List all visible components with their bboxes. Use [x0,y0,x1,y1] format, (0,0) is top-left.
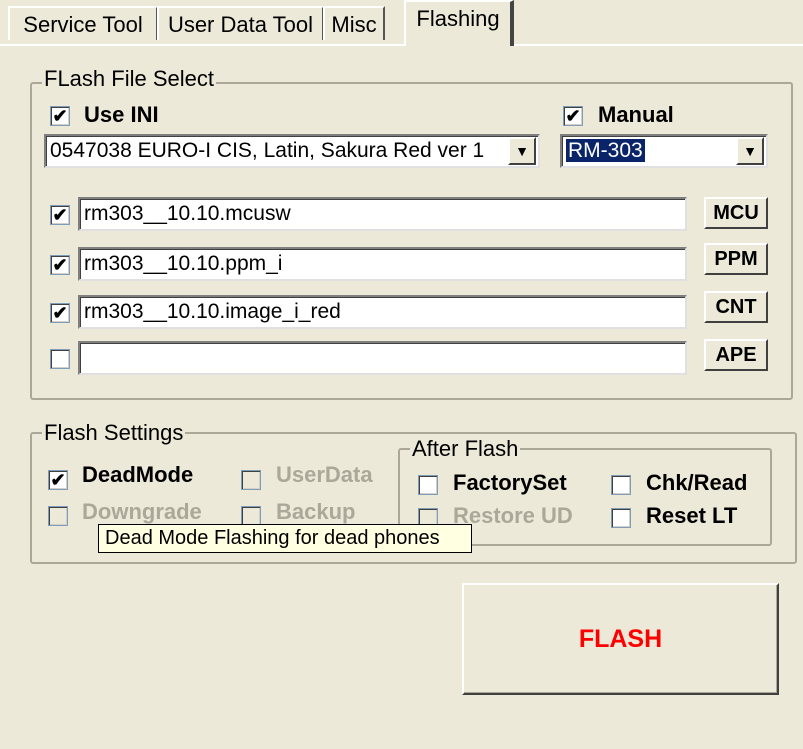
userdata-label: UserData [276,462,373,487]
manual-select-value: RM-303 [566,139,645,162]
chevron-down-icon: ▼ [515,143,529,159]
cnt-button[interactable]: CNT [704,291,768,323]
check-icon: ✔ [52,106,68,126]
factoryset-checkbox[interactable] [418,475,438,495]
resetlt-checkbox[interactable] [611,508,631,528]
ppm-button[interactable]: PPM [704,243,768,275]
downgrade-checkbox[interactable] [48,506,68,526]
manual-label: Manual [598,102,674,127]
after-flash-legend: After Flash [410,436,521,462]
cnt-file-value: rm303__10.10.image_i_red [84,300,341,323]
ape-button[interactable]: APE [704,339,768,371]
mcu-button[interactable]: MCU [704,197,768,229]
check-icon: ✔ [52,205,68,225]
userdata-checkbox[interactable] [241,470,261,490]
tab-user-data-tool[interactable]: User Data Tool [157,6,324,40]
ppm-file-input[interactable]: rm303__10.10.ppm_i [78,247,687,281]
check-icon: ✔ [52,255,68,275]
mcu-file-checkbox[interactable]: ✔ [50,205,70,225]
deadmode-tooltip: Dead Mode Flashing for dead phones [98,524,472,553]
backup-checkbox[interactable] [241,506,261,526]
check-icon: ✔ [52,303,68,323]
tab-underline [0,44,803,46]
ini-select-value: 0547038 EURO-I CIS, Latin, Sakura Red ve… [50,139,485,162]
use-ini-label: Use INI [84,102,159,127]
chkread-label: Chk/Read [646,470,748,495]
flash-button-label: FLASH [578,624,663,653]
ppm-file-checkbox[interactable]: ✔ [50,255,70,275]
manual-dropdown-button[interactable]: ▼ [736,137,764,165]
use-ini-checkbox[interactable]: ✔ [50,106,70,126]
cnt-file-checkbox[interactable]: ✔ [50,303,70,323]
flash-button[interactable]: FLASH [462,583,779,695]
cnt-file-input[interactable]: rm303__10.10.image_i_red [78,295,687,329]
chevron-down-icon: ▼ [743,143,757,159]
tab-bar: Service Tool User Data Tool Misc Flashin… [0,0,803,46]
flash-settings-legend: Flash Settings [42,420,186,446]
resetlt-label: Reset LT [646,503,738,528]
ini-select[interactable]: 0547038 EURO-I CIS, Latin, Sakura Red ve… [44,134,540,168]
tab-flashing[interactable]: Flashing [404,0,514,46]
tab-service-tool[interactable]: Service Tool [8,6,158,40]
mcu-file-input[interactable]: rm303__10.10.mcusw [78,197,687,231]
factoryset-label: FactorySet [453,470,567,495]
ape-file-checkbox[interactable] [50,349,70,369]
flash-file-select-legend: FLash File Select [42,66,216,92]
manual-checkbox[interactable]: ✔ [563,106,583,126]
chkread-checkbox[interactable] [611,475,631,495]
check-icon: ✔ [565,106,581,126]
mcu-file-value: rm303__10.10.mcusw [84,202,291,225]
deadmode-checkbox[interactable]: ✔ [48,470,68,490]
tab-misc[interactable]: Misc [323,6,385,40]
ini-dropdown-button[interactable]: ▼ [508,137,536,165]
downgrade-label: Downgrade [82,499,202,524]
check-icon: ✔ [50,470,66,490]
backup-label: Backup [276,499,356,524]
ppm-file-value: rm303__10.10.ppm_i [84,252,283,275]
deadmode-label: DeadMode [82,462,194,487]
ape-file-input[interactable] [78,341,687,375]
